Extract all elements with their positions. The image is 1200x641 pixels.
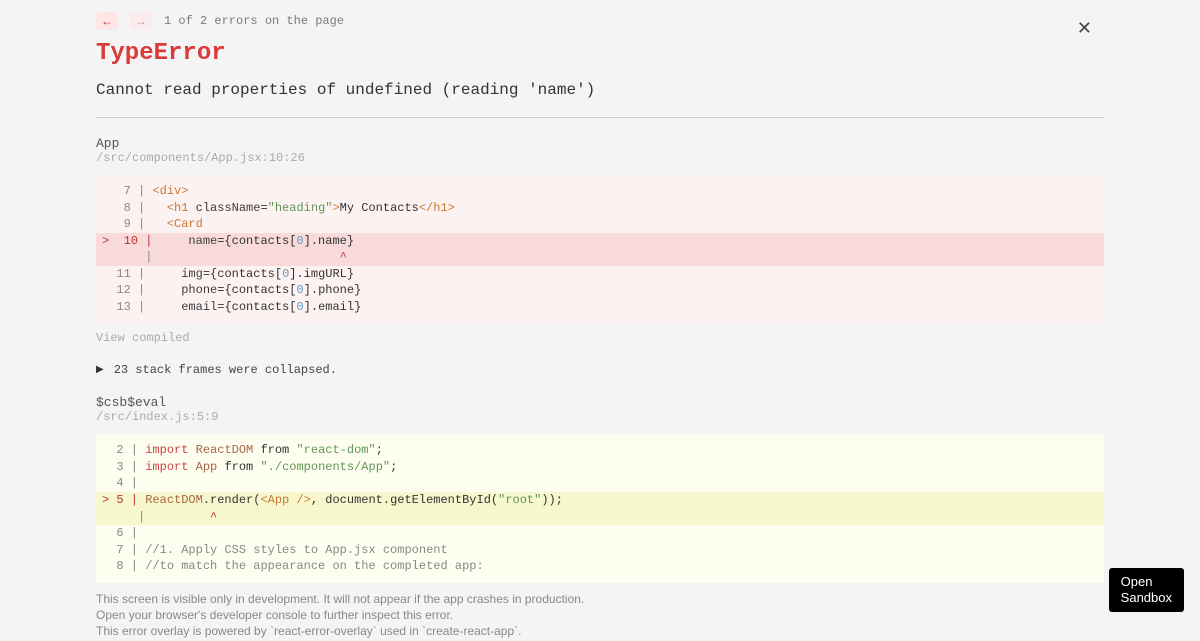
prev-error-button[interactable]: ←: [96, 12, 118, 30]
open-sandbox-button[interactable]: OpenSandbox: [1109, 568, 1184, 613]
close-icon[interactable]: ✕: [1077, 18, 1092, 39]
collapsed-frames-toggle[interactable]: ▶ 23 stack frames were collapsed.: [96, 363, 1104, 377]
frame2-path: /src/index.js:5:9: [96, 410, 1104, 424]
code-block-2: 2 | import ReactDOM from "react-dom"; 3 …: [96, 434, 1104, 582]
error-message: Cannot read properties of undefined (rea…: [96, 81, 1104, 99]
code-block-1: 7 | <div> 8 | <h1 className="heading">My…: [96, 175, 1104, 323]
collapsed-frames-text: 23 stack frames were collapsed.: [114, 363, 337, 377]
error-count: 1 of 2 errors on the page: [164, 14, 344, 28]
view-compiled-link[interactable]: View compiled: [96, 331, 1104, 345]
frame1-path: /src/components/App.jsx:10:26: [96, 151, 1104, 165]
footer-note: This screen is visible only in developme…: [96, 591, 1104, 640]
frame1-title: App: [96, 136, 1104, 151]
frame2-title: $csb$eval: [96, 395, 1104, 410]
chevron-right-icon: ▶: [96, 364, 104, 376]
next-error-button[interactable]: →: [130, 12, 152, 30]
divider: [96, 117, 1104, 118]
error-type: TypeError: [96, 40, 1104, 67]
